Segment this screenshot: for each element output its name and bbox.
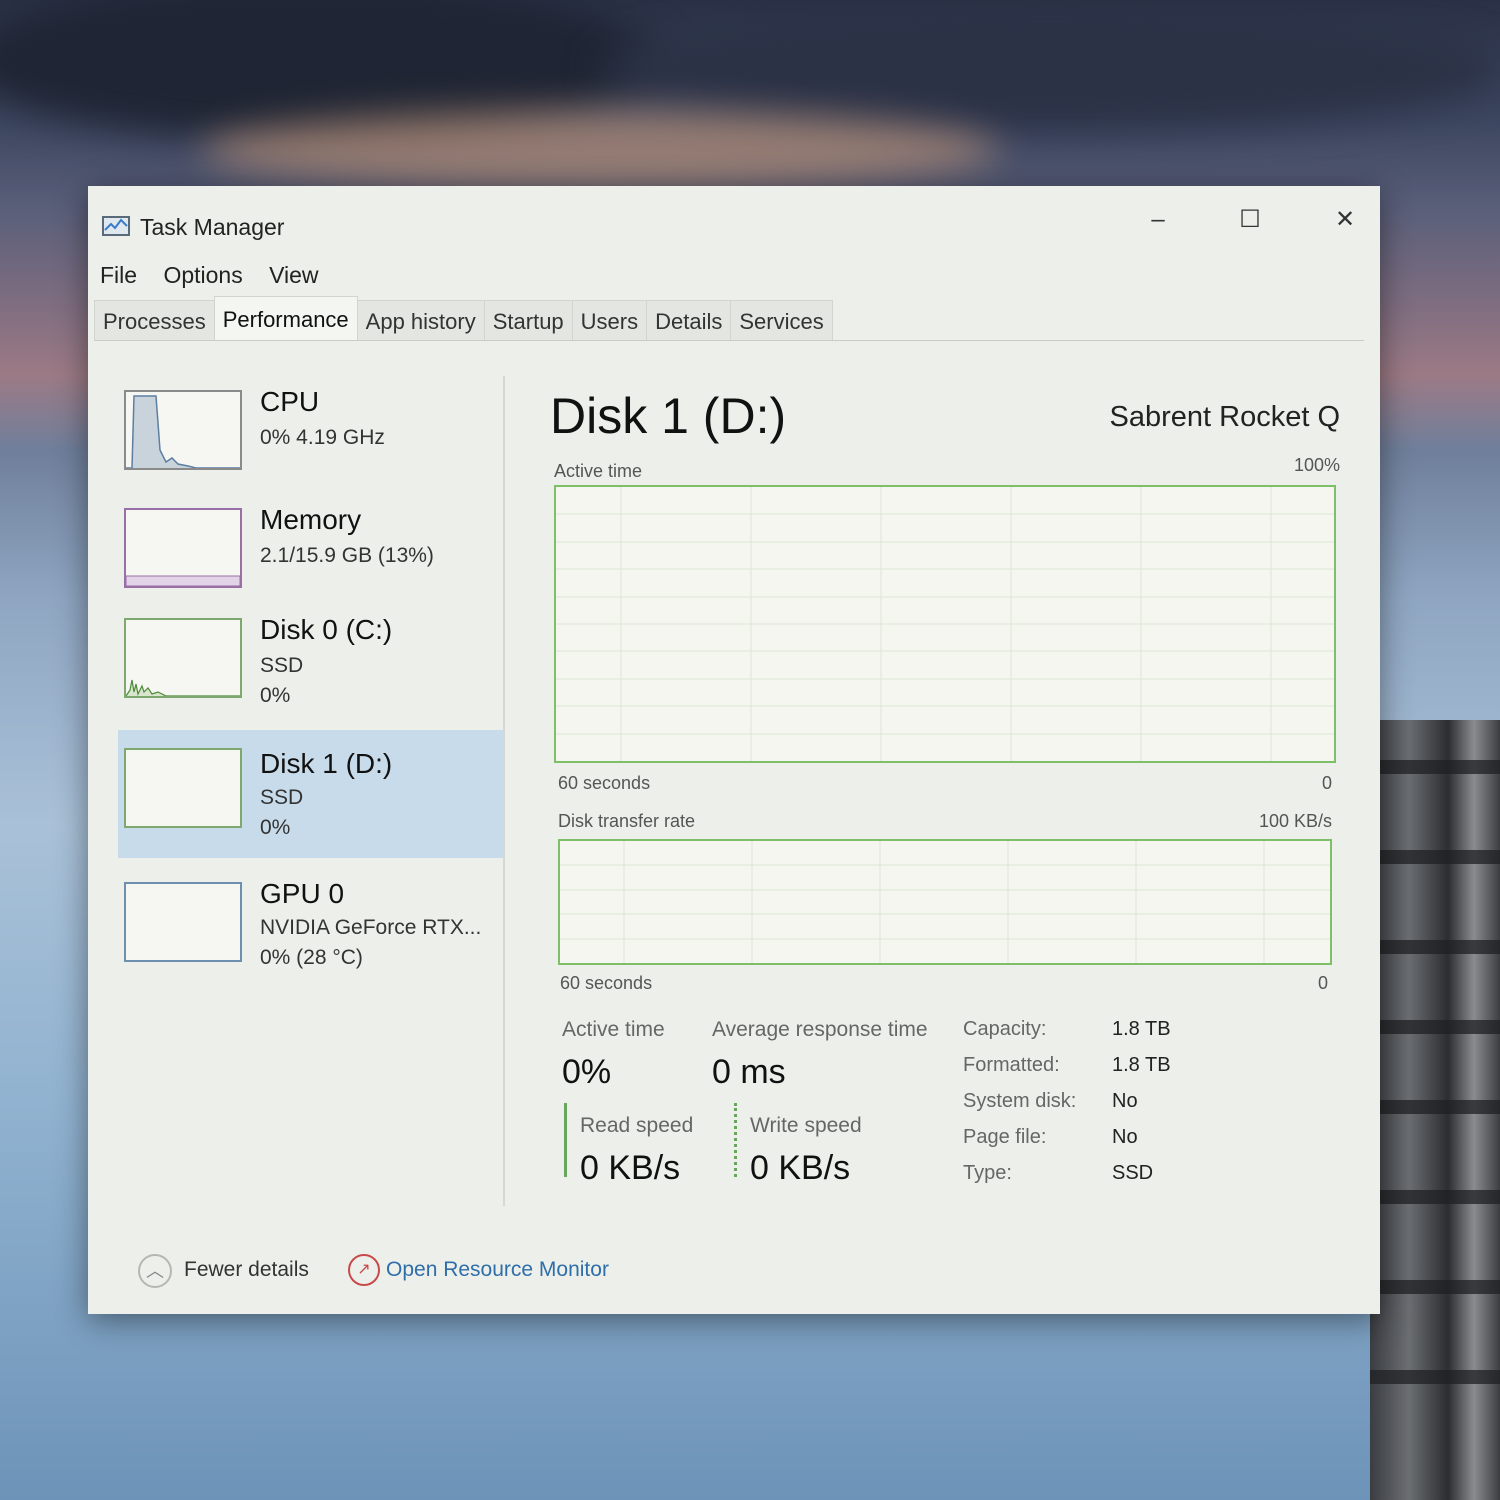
sidebar-disk1-usage: 0% (260, 816, 291, 839)
capacity-label: Capacity: (963, 1018, 1047, 1040)
window-title: Task Manager (140, 214, 285, 240)
graph2-max: 100 KB/s (1258, 811, 1332, 831)
graph2-span: 60 seconds (560, 973, 653, 993)
open-resource-monitor-link[interactable]: Open Resource Monitor (386, 1258, 609, 1282)
sidebar-item-cpu[interactable]: CPU 0% 4.19 GHz (118, 376, 503, 504)
tab-details[interactable]: Details (646, 300, 732, 340)
tab-performance[interactable]: Performance (213, 296, 358, 340)
detail-title: Disk 1 (D:) (550, 388, 787, 444)
cpu-thumbnail-graph (124, 390, 242, 470)
sidebar-disk0-usage: 0% (260, 684, 291, 707)
tab-processes[interactable]: Processes (94, 300, 215, 340)
system-disk-value: No (1112, 1090, 1138, 1112)
system-disk-label: System disk: (963, 1090, 1077, 1112)
graph1-label: Active time (554, 461, 643, 481)
sidebar-gpu0-name: GPU 0 (260, 878, 345, 909)
tab-startup[interactable]: Startup (483, 300, 573, 340)
menu-bar: File Options View (100, 262, 339, 289)
maximize-button[interactable]: ☐ (1220, 200, 1280, 240)
disk-detail-panel: Disk 1 (D:) Sabrent Rocket Q Active time… (550, 381, 1350, 1211)
task-manager-window: Task Manager – ☐ ✕ File Options View Pro… (88, 186, 1380, 1314)
sidebar-memory-name: Memory (260, 504, 362, 535)
sidebar-item-disk1[interactable]: Disk 1 (D:) SSD 0% (118, 730, 503, 858)
sidebar-memory-usage: 2.1/15.9 GB (13%) (260, 544, 434, 567)
active-time-label: Active time (562, 1018, 665, 1041)
tab-app-history[interactable]: App history (356, 300, 485, 340)
write-speed-value: 0 KB/s (750, 1149, 851, 1187)
capacity-value: 1.8 TB (1112, 1018, 1171, 1040)
transfer-rate-graph (558, 839, 1332, 965)
write-speed-marker (734, 1103, 740, 1177)
menu-file[interactable]: File (100, 262, 137, 288)
menu-view[interactable]: View (269, 262, 318, 288)
formatted-label: Formatted: (963, 1054, 1060, 1076)
type-label: Type: (963, 1162, 1012, 1184)
active-time-graph (554, 485, 1336, 763)
read-speed-value: 0 KB/s (580, 1149, 681, 1187)
sidebar-disk1-name: Disk 1 (D:) (260, 748, 393, 779)
task-manager-icon (102, 214, 132, 238)
graph1-min: 0 (1321, 773, 1332, 793)
disk0-thumbnail-graph (124, 618, 242, 698)
graph1-span: 60 seconds (558, 773, 651, 793)
resource-sidebar: CPU 0% 4.19 GHz Memory 2.1/15.9 GB (13%)… (118, 376, 505, 1206)
memory-thumbnail-graph (124, 508, 242, 588)
title-bar: Task Manager – ☐ ✕ (88, 186, 1380, 266)
active-time-grid (556, 487, 1334, 761)
sidebar-disk1-type: SSD (260, 786, 304, 809)
wallpaper-cloud (200, 110, 1000, 190)
graph2-label: Disk transfer rate (558, 811, 696, 831)
read-speed-label: Read speed (580, 1114, 694, 1137)
wallpaper-dock (1370, 720, 1500, 1500)
tab-services[interactable]: Services (730, 300, 833, 340)
sidebar-disk0-name: Disk 0 (C:) (260, 614, 393, 645)
graph1-max: 100% (1293, 455, 1340, 475)
tab-users[interactable]: Users (571, 300, 648, 340)
disk-model: Sabrent Rocket Q (1109, 401, 1341, 433)
sidebar-cpu-usage: 0% 4.19 GHz (260, 426, 385, 449)
transfer-rate-grid (560, 841, 1330, 963)
resource-monitor-icon[interactable]: ↗ (348, 1254, 380, 1286)
menu-options[interactable]: Options (163, 262, 242, 288)
fewer-details-link[interactable]: Fewer details (184, 1258, 309, 1282)
sidebar-item-memory[interactable]: Memory 2.1/15.9 GB (13%) (118, 494, 503, 622)
chevron-up-icon[interactable]: ︿ (138, 1254, 172, 1288)
sidebar-disk0-type: SSD (260, 654, 304, 677)
read-speed-marker (564, 1103, 567, 1177)
sidebar-item-gpu0[interactable]: GPU 0 NVIDIA GeForce RTX... 0% (28 °C) (118, 868, 503, 996)
sidebar-gpu0-model: NVIDIA GeForce RTX... (260, 916, 482, 939)
minimize-button[interactable]: – (1128, 200, 1188, 240)
avg-response-label: Average response time (712, 1018, 928, 1041)
disk1-thumbnail-graph (124, 748, 242, 828)
avg-response-value: 0 ms (712, 1053, 786, 1091)
sidebar-gpu0-usage: 0% (28 °C) (260, 946, 363, 969)
page-file-label: Page file: (963, 1126, 1047, 1148)
sidebar-cpu-name: CPU (260, 386, 320, 417)
gpu0-thumbnail-graph (124, 882, 242, 962)
write-speed-label: Write speed (750, 1114, 862, 1137)
close-button[interactable]: ✕ (1315, 200, 1375, 240)
formatted-value: 1.8 TB (1112, 1054, 1171, 1076)
graph2-min: 0 (1317, 973, 1328, 993)
tab-strip: Processes Performance App history Startu… (94, 296, 1364, 341)
sidebar-item-disk0[interactable]: Disk 0 (C:) SSD 0% (118, 604, 503, 732)
type-value: SSD (1112, 1162, 1154, 1184)
page-file-value: No (1112, 1126, 1138, 1148)
active-time-value: 0% (562, 1053, 612, 1091)
